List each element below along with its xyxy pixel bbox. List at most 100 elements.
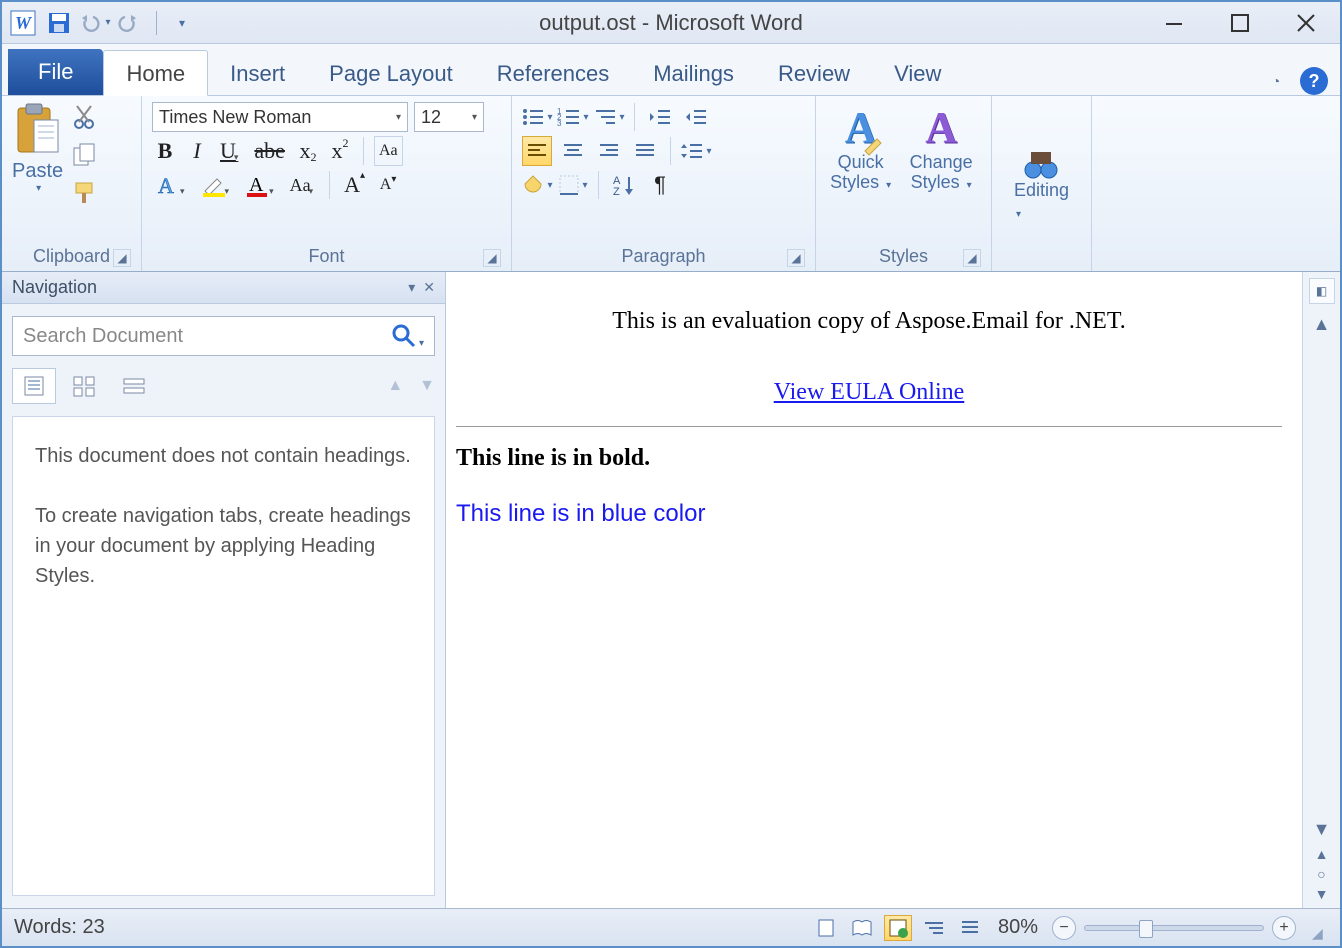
pilcrow-button[interactable]: ¶	[645, 170, 675, 200]
strikethrough-button[interactable]: abe	[250, 136, 289, 166]
search-icon[interactable]: ▾	[391, 323, 424, 349]
char-scale-button[interactable]: Aa▾	[286, 170, 320, 200]
zoom-value[interactable]: 80%	[998, 916, 1038, 939]
nav-dropdown-icon[interactable]: ▾	[408, 279, 415, 296]
tab-references[interactable]: References	[475, 51, 632, 95]
tab-page-layout[interactable]: Page Layout	[307, 51, 475, 95]
borders-button[interactable]: ▾	[558, 170, 588, 200]
vertical-scrollbar[interactable]: ◧ ▲ ▼ ▲ ○ ▼	[1302, 272, 1340, 908]
font-size-combo[interactable]: 12▾	[414, 102, 484, 132]
subscript-button[interactable]: x2	[295, 136, 321, 166]
view-web-icon[interactable]	[884, 915, 912, 941]
font-color-button[interactable]: A▾	[241, 170, 280, 200]
paste-button[interactable]: Paste ▾	[12, 102, 63, 194]
ruler-toggle-icon[interactable]: ◧	[1309, 278, 1335, 304]
nav-tab-headings[interactable]	[12, 368, 56, 404]
bullets-button[interactable]: ▾	[522, 102, 552, 132]
window-title: output.ost - Microsoft Word	[2, 10, 1340, 36]
highlight-button[interactable]: ▾	[197, 170, 236, 200]
numbering-button[interactable]: 123▾	[558, 102, 588, 132]
paste-label: Paste	[12, 160, 63, 183]
justify-button[interactable]	[630, 136, 660, 166]
align-left-button[interactable]	[522, 136, 552, 166]
quick-styles-button[interactable]: A Quick Styles ▾	[826, 102, 895, 193]
nav-prev-icon[interactable]: ▲	[387, 377, 403, 395]
save-icon[interactable]	[44, 8, 74, 38]
zoom-slider[interactable]	[1084, 925, 1264, 931]
font-launcher-icon[interactable]: ◢	[483, 249, 501, 267]
quick-access-toolbar: W ▾ ▾	[2, 2, 197, 43]
group-font: Times New Roman▾ 12▾ B I U▾ abe x2 x2 Aa…	[142, 96, 512, 271]
search-input[interactable]: Search Document ▾	[12, 316, 435, 356]
status-bar: Words: 23 80% − + ◢	[2, 908, 1340, 946]
zoom-out-button[interactable]: −	[1052, 916, 1076, 940]
nav-next-icon[interactable]: ▼	[419, 377, 435, 395]
ribbon: Paste ▾ Clipboard ◢	[2, 96, 1340, 272]
prev-page-icon[interactable]: ▲	[1315, 846, 1329, 862]
format-painter-icon[interactable]	[69, 178, 99, 208]
zoom-in-button[interactable]: +	[1272, 916, 1296, 940]
window-controls	[1146, 8, 1340, 38]
shading-button[interactable]: ▾	[522, 170, 552, 200]
svg-text:Z: Z	[613, 186, 620, 198]
zoom-thumb[interactable]	[1139, 920, 1153, 938]
nav-close-icon[interactable]: ✕	[423, 279, 435, 296]
multilevel-button[interactable]: ▾	[594, 102, 624, 132]
resize-grip-icon[interactable]: ◢	[1312, 925, 1328, 941]
font-name-combo[interactable]: Times New Roman▾	[152, 102, 408, 132]
words-value[interactable]: 23	[83, 916, 105, 939]
next-page-icon[interactable]: ▼	[1315, 886, 1329, 902]
browse-object-icon[interactable]: ○	[1317, 866, 1325, 882]
sort-button[interactable]: AZ	[609, 170, 639, 200]
cut-icon[interactable]	[69, 102, 99, 132]
view-draft-icon[interactable]	[956, 915, 984, 941]
page[interactable]: This is an evaluation copy of Aspose.Ema…	[446, 272, 1302, 548]
editing-button[interactable]: Editing▾	[1014, 148, 1069, 222]
tab-mailings[interactable]: Mailings	[631, 51, 756, 95]
undo-icon[interactable]: ▾	[80, 8, 110, 38]
doc-eval-line: This is an evaluation copy of Aspose.Ema…	[456, 308, 1282, 335]
clipboard-launcher-icon[interactable]: ◢	[113, 249, 131, 267]
tab-view[interactable]: View	[872, 51, 963, 95]
shrink-font-button[interactable]: A▾	[375, 170, 401, 200]
help-icon[interactable]: ?	[1300, 67, 1328, 95]
ribbon-minimize-icon[interactable]: ◔	[1262, 67, 1290, 95]
styles-launcher-icon[interactable]: ◢	[963, 249, 981, 267]
change-case-button[interactable]: Aa	[374, 136, 403, 166]
italic-button[interactable]: I	[184, 136, 210, 166]
change-styles-button[interactable]: A Change Styles ▾	[901, 102, 981, 193]
eula-link[interactable]: View EULA Online	[774, 379, 965, 405]
copy-icon[interactable]	[69, 140, 99, 170]
line-spacing-button[interactable]: ▾	[681, 136, 711, 166]
svg-text:A: A	[249, 174, 264, 196]
outdent-button[interactable]	[645, 102, 675, 132]
text-effects-button[interactable]: A▾	[152, 170, 191, 200]
scroll-down-icon[interactable]: ▼	[1313, 819, 1331, 840]
minimize-button[interactable]	[1146, 8, 1202, 38]
tab-review[interactable]: Review	[756, 51, 872, 95]
view-outline-icon[interactable]	[920, 915, 948, 941]
underline-button[interactable]: U▾	[216, 136, 244, 166]
document-scroll[interactable]: This is an evaluation copy of Aspose.Ema…	[446, 272, 1302, 908]
file-tab[interactable]: File	[8, 49, 103, 95]
tab-insert[interactable]: Insert	[208, 51, 307, 95]
nav-tab-pages[interactable]	[62, 368, 106, 404]
app-icon[interactable]: W	[8, 8, 38, 38]
indent-button[interactable]	[681, 102, 711, 132]
align-center-button[interactable]	[558, 136, 588, 166]
maximize-button[interactable]	[1212, 8, 1268, 38]
close-button[interactable]	[1278, 8, 1334, 38]
view-reading-icon[interactable]	[848, 915, 876, 941]
grow-font-button[interactable]: A▴	[340, 170, 369, 200]
paragraph-launcher-icon[interactable]: ◢	[787, 249, 805, 267]
navigation-tabs: ▲ ▼	[2, 368, 445, 404]
view-print-layout-icon[interactable]	[812, 915, 840, 941]
scroll-up-icon[interactable]: ▲	[1313, 314, 1331, 335]
bold-button[interactable]: B	[152, 136, 178, 166]
qat-customize-icon[interactable]: ▾	[167, 8, 197, 38]
align-right-button[interactable]	[594, 136, 624, 166]
nav-tab-results[interactable]	[112, 368, 156, 404]
tab-home[interactable]: Home	[103, 50, 208, 96]
superscript-button[interactable]: x2	[327, 136, 353, 166]
redo-icon[interactable]	[116, 8, 146, 38]
